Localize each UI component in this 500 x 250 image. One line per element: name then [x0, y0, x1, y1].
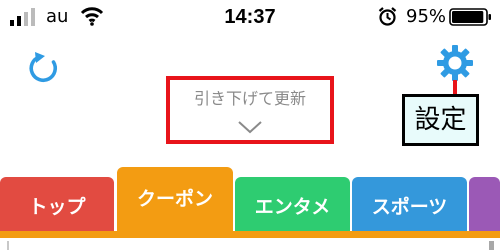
battery-percent: 95%	[406, 6, 447, 27]
scroll-indicator-right	[489, 241, 494, 250]
tab-coupon[interactable]: クーポン	[117, 167, 233, 233]
status-bar: au 14:37 95%	[0, 0, 500, 34]
tab-top[interactable]: トップ	[0, 177, 114, 233]
selected-tab-underline	[0, 231, 500, 238]
scroll-indicator-left	[7, 241, 9, 250]
tab-sports[interactable]: スポーツ	[352, 177, 467, 233]
alarm-icon	[378, 7, 397, 26]
tab-more[interactable]	[469, 177, 500, 233]
settings-callout: 設定	[402, 94, 479, 146]
refresh-icon[interactable]	[26, 50, 62, 86]
chevron-down-icon	[238, 121, 262, 134]
tab-entertainment[interactable]: エンタメ	[235, 177, 350, 233]
battery-icon	[449, 8, 491, 26]
gear-icon[interactable]	[436, 44, 474, 82]
